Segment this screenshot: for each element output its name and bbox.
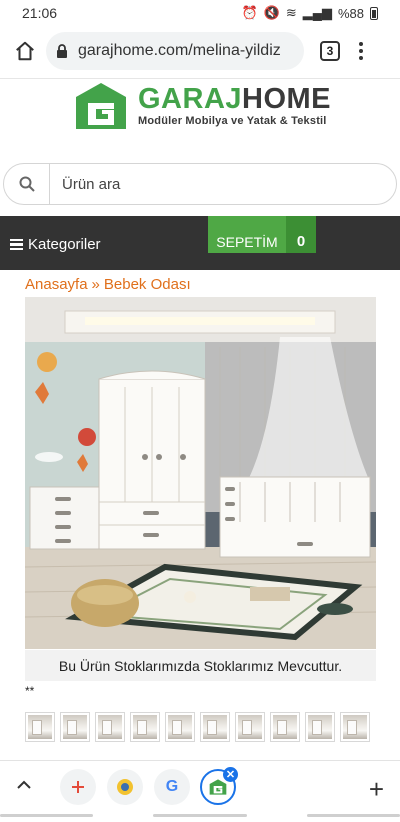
search-bar [3,163,397,205]
product-main-image[interactable] [25,297,376,649]
product-thumbnail[interactable] [305,712,335,742]
address-bar[interactable]: garajhome.com/melina-yildiz [46,32,304,70]
overflow-menu-icon[interactable] [358,42,364,60]
breadcrumb: Anasayfa» Bebek Odası [25,276,191,293]
bottom-tab-bar: G ✕ + [0,760,400,814]
product-thumbnail[interactable] [25,712,55,742]
signal-icon: ▂▄▆ [302,5,332,20]
product-thumbnail[interactable] [60,712,90,742]
status-bar: 21:06 ⏰ 🔇 ≋ ▂▄▆ %88 [0,0,400,26]
search-input[interactable] [62,175,362,193]
logo-tagline: Modüler Mobilya ve Yatak & Tekstil [138,115,327,127]
cart-button[interactable]: SEPETİM 0 [208,216,316,253]
system-icons: ⏰ 🔇 ≋ ▂▄▆ %88 [241,5,378,21]
breadcrumb-current-link[interactable]: Bebek Odası [104,276,191,293]
mute-icon: 🔇 [263,5,280,20]
cart-count-badge: 0 [286,216,316,253]
wifi-icon: ≋ [285,5,297,20]
categories-label: Kategoriler [28,236,101,253]
alarm-icon: ⏰ [241,5,258,20]
site-header: GARAJHOME Modüler Mobilya ve Yatak & Tek… [0,78,400,168]
new-tab-chip[interactable] [60,769,96,805]
product-thumbnail[interactable] [340,712,370,742]
site-tab-chip[interactable] [107,769,143,805]
tab-switcher-button[interactable]: 3 [320,41,340,61]
home-icon[interactable] [10,36,40,66]
product-thumbnail[interactable] [270,712,300,742]
hamburger-icon [10,238,23,251]
rating-marks: ** [25,684,35,698]
product-thumbnail[interactable] [95,712,125,742]
product-thumbnail[interactable] [235,712,265,742]
garajhome-tab-chip[interactable]: ✕ [200,767,238,805]
categories-menu-button[interactable]: Kategoriler [10,236,101,253]
gesture-navigation-bar [0,814,400,822]
product-thumbnails [25,712,370,742]
logo-mark-icon [76,83,126,129]
browser-toolbar: garajhome.com/melina-yildiz 3 [0,28,400,74]
cart-label: SEPETİM [208,216,286,253]
google-icon: G [165,778,179,795]
lock-icon [56,43,72,59]
search-icon[interactable] [4,164,50,204]
close-tab-icon[interactable]: ✕ [223,767,238,782]
google-tab-chip[interactable]: G [154,769,190,805]
stock-notice: Bu Ürün Stoklarımızda Stoklarımız Mevcut… [25,650,376,681]
garajhome-favicon-icon [209,779,227,795]
product-thumbnail[interactable] [165,712,195,742]
site-favicon-icon [117,779,133,795]
product-thumbnail[interactable] [200,712,230,742]
battery-icon [370,6,378,20]
product-thumbnail[interactable] [130,712,160,742]
main-nav-bar: Kategoriler SEPETİM 0 [0,216,400,270]
breadcrumb-home-link[interactable]: Anasayfa [25,276,88,293]
chevron-up-icon[interactable] [16,777,32,793]
logo-wordmark: GARAJHOME [138,83,332,115]
new-tab-plus-icon[interactable]: + [369,774,384,805]
breadcrumb-separator: » [91,276,100,293]
status-time: 21:06 [22,5,58,21]
url-text: garajhome.com/melina-yildiz [78,42,281,59]
plus-icon [72,781,84,793]
site-logo[interactable]: GARAJHOME Modüler Mobilya ve Yatak & Tek… [74,81,332,135]
battery-percent: %88 [337,5,364,21]
